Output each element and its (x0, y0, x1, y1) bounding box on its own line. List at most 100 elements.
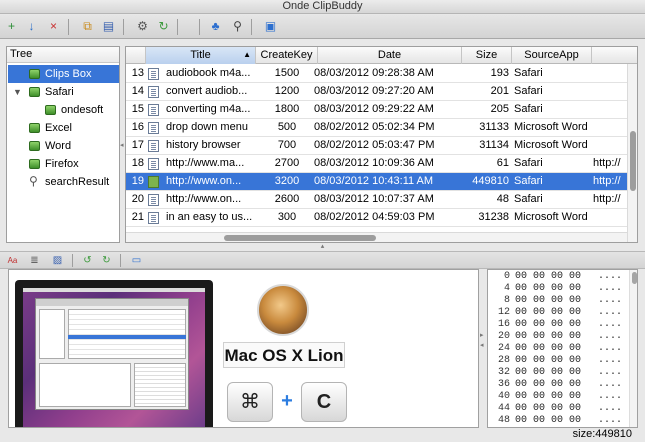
cell-sourceapp: Safari (514, 67, 543, 79)
text-view-button[interactable]: Aa (6, 254, 19, 267)
table-row[interactable]: 13 audiobook m4a... 1500 08/03/2012 09:28:3… (126, 65, 637, 83)
command-key-icon: ⌘ (227, 382, 273, 422)
hex-ascii: .... (598, 391, 623, 402)
import-button[interactable]: ↓ (23, 18, 40, 35)
hex-bytes: 00 00 00 00 (515, 355, 582, 366)
clip-type-cell (148, 191, 162, 209)
col-title-label: Title (190, 49, 211, 61)
col-size-header[interactable]: Size (462, 47, 512, 64)
tree-item[interactable]: Clips Box (8, 65, 119, 83)
table-vertical-scrollbar[interactable] (627, 64, 637, 242)
hex-bytes: 00 00 00 00 (515, 367, 582, 378)
rotate-left-button[interactable]: ↺ (81, 254, 94, 267)
table-horizontal-scrollbar[interactable] (126, 232, 627, 242)
tree-item[interactable]: ⚲ searchResult (8, 173, 119, 191)
copy-button[interactable]: ⧉ (79, 18, 96, 35)
hex-offset: 36 (497, 379, 510, 390)
table-row[interactable]: 20 http://www.on... 2600 08/03/2012 10:07:3… (126, 191, 637, 209)
delete-doc-icon: × (49, 19, 57, 33)
cell-createkey: 700 (277, 139, 297, 151)
cell-date: 08/03/2012 10:43:11 AM (314, 175, 434, 187)
tree-item[interactable]: ▼ Safari (8, 83, 119, 101)
search-icon: ⚲ (29, 174, 38, 188)
clip-type-cell (148, 209, 162, 227)
image-view-button[interactable]: ▨ (51, 254, 64, 267)
rich-text-icon: ≣ (30, 255, 39, 266)
image-clip-icon (148, 176, 159, 188)
cell-createkey: 1800 (274, 103, 300, 115)
paste-button[interactable]: ▤ (100, 18, 117, 35)
tree-item[interactable]: Excel (8, 119, 119, 137)
table-row[interactable]: 17 history browser 700 08/02/2012 05:03:47 … (126, 137, 637, 155)
new-clip-button[interactable]: + (3, 18, 20, 35)
tree-item-label: searchResult (45, 176, 110, 188)
search-button[interactable]: ⚲ (229, 18, 246, 35)
cell-createkey: 500 (277, 121, 297, 133)
scroll-thumb[interactable] (630, 131, 636, 191)
scroll-thumb[interactable] (632, 272, 637, 284)
cell-createkey: 1500 (274, 67, 300, 79)
refresh-button[interactable]: ↻ (155, 18, 172, 35)
row-number: 14 (131, 85, 144, 97)
row-number: 20 (131, 193, 144, 205)
preview-split-handle[interactable]: ▸ ◂ (479, 269, 487, 428)
disclosure-triangle-icon[interactable]: ▼ (13, 83, 22, 101)
tree-item[interactable]: Firefox (8, 155, 119, 173)
hex-bytes: 00 00 00 00 (515, 343, 582, 354)
table-row[interactable]: 14 convert audiob... 1200 08/03/2012 09:27:… (126, 83, 637, 101)
table-row[interactable]: 15 converting m4a... 1800 08/03/2012 09:29:… (126, 101, 637, 119)
image-icon: ▨ (52, 255, 63, 266)
hex-bytes: 00 00 00 00 (515, 271, 582, 282)
table-row[interactable]: 19 http://www.on... 3200 08/03/2012 10:43:1… (126, 173, 637, 191)
hex-offset: 16 (497, 319, 510, 330)
cell-size: 449810 (472, 175, 509, 187)
hex-bytes: 00 00 00 00 (515, 307, 582, 318)
cell-size: 31133 (479, 121, 509, 133)
clip-preview: Mac OS X Lion ⌘ + C (8, 269, 479, 428)
cell-date: 08/03/2012 10:07:37 AM (314, 193, 434, 205)
cell-sourceapp: Microsoft Word (514, 211, 588, 223)
cell-date: 08/03/2012 09:27:20 AM (314, 85, 434, 97)
rotate-right-button[interactable]: ↻ (100, 254, 113, 267)
col-sourceapp-header[interactable]: SourceApp (512, 47, 592, 64)
table-row[interactable]: 21 in an easy to us... 300 08/02/2012 04:59… (126, 209, 637, 227)
col-createkey-header[interactable]: CreateKey (256, 47, 318, 64)
text-clip-icon (148, 212, 159, 224)
tree-header: Tree (7, 47, 119, 63)
delete-button[interactable]: × (45, 18, 62, 35)
col-title-header[interactable]: Title ▲ (146, 47, 256, 64)
col-date-header[interactable]: Date (318, 47, 462, 64)
toolbar-separator (72, 254, 73, 267)
cell-date: 08/03/2012 10:09:36 AM (314, 157, 434, 169)
tree-node-icon (29, 141, 40, 151)
mini-app-window (35, 298, 189, 410)
tree-node-icon (29, 87, 40, 97)
text-clip-icon (148, 86, 159, 98)
rotate-left-icon: ↺ (83, 255, 92, 266)
clips-table: Title ▲ CreateKey Date Size SourceApp 13… (125, 46, 638, 243)
col-index-header[interactable] (126, 47, 146, 64)
mini-menubar (23, 288, 205, 292)
rich-view-button[interactable]: ≣ (28, 254, 41, 267)
col-extra-header[interactable] (592, 47, 627, 64)
monitor-button[interactable]: ▭ (130, 254, 143, 267)
split-handle-icon[interactable]: ◂ (120, 141, 124, 149)
tree-item[interactable]: ondesoft (8, 101, 119, 119)
table-row[interactable]: 18 http://www.ma... 2700 08/03/2012 10:09:3… (126, 155, 637, 173)
scroll-thumb[interactable] (224, 235, 376, 241)
hex-scrollbar[interactable] (629, 270, 637, 427)
settings-button[interactable]: ⚙ (134, 18, 151, 35)
toolbar-separator (120, 254, 121, 267)
tree-item-label: Word (45, 140, 72, 152)
hex-ascii: .... (598, 295, 623, 306)
tree-button[interactable]: ♣ (207, 18, 224, 35)
text-clip-icon (148, 140, 159, 152)
table-row[interactable]: 16 drop down menu 500 08/02/2012 05:02:34 P… (126, 119, 637, 137)
tree-icon: ♣ (211, 19, 220, 33)
cell-createkey: 2600 (274, 193, 300, 205)
tree-item[interactable]: Word (8, 137, 119, 155)
c-key-icon: C (301, 382, 347, 422)
horizontal-split-handle-icon[interactable]: ▴ (0, 243, 645, 251)
window-button[interactable]: ▣ (262, 18, 279, 35)
row-number: 16 (131, 121, 144, 133)
